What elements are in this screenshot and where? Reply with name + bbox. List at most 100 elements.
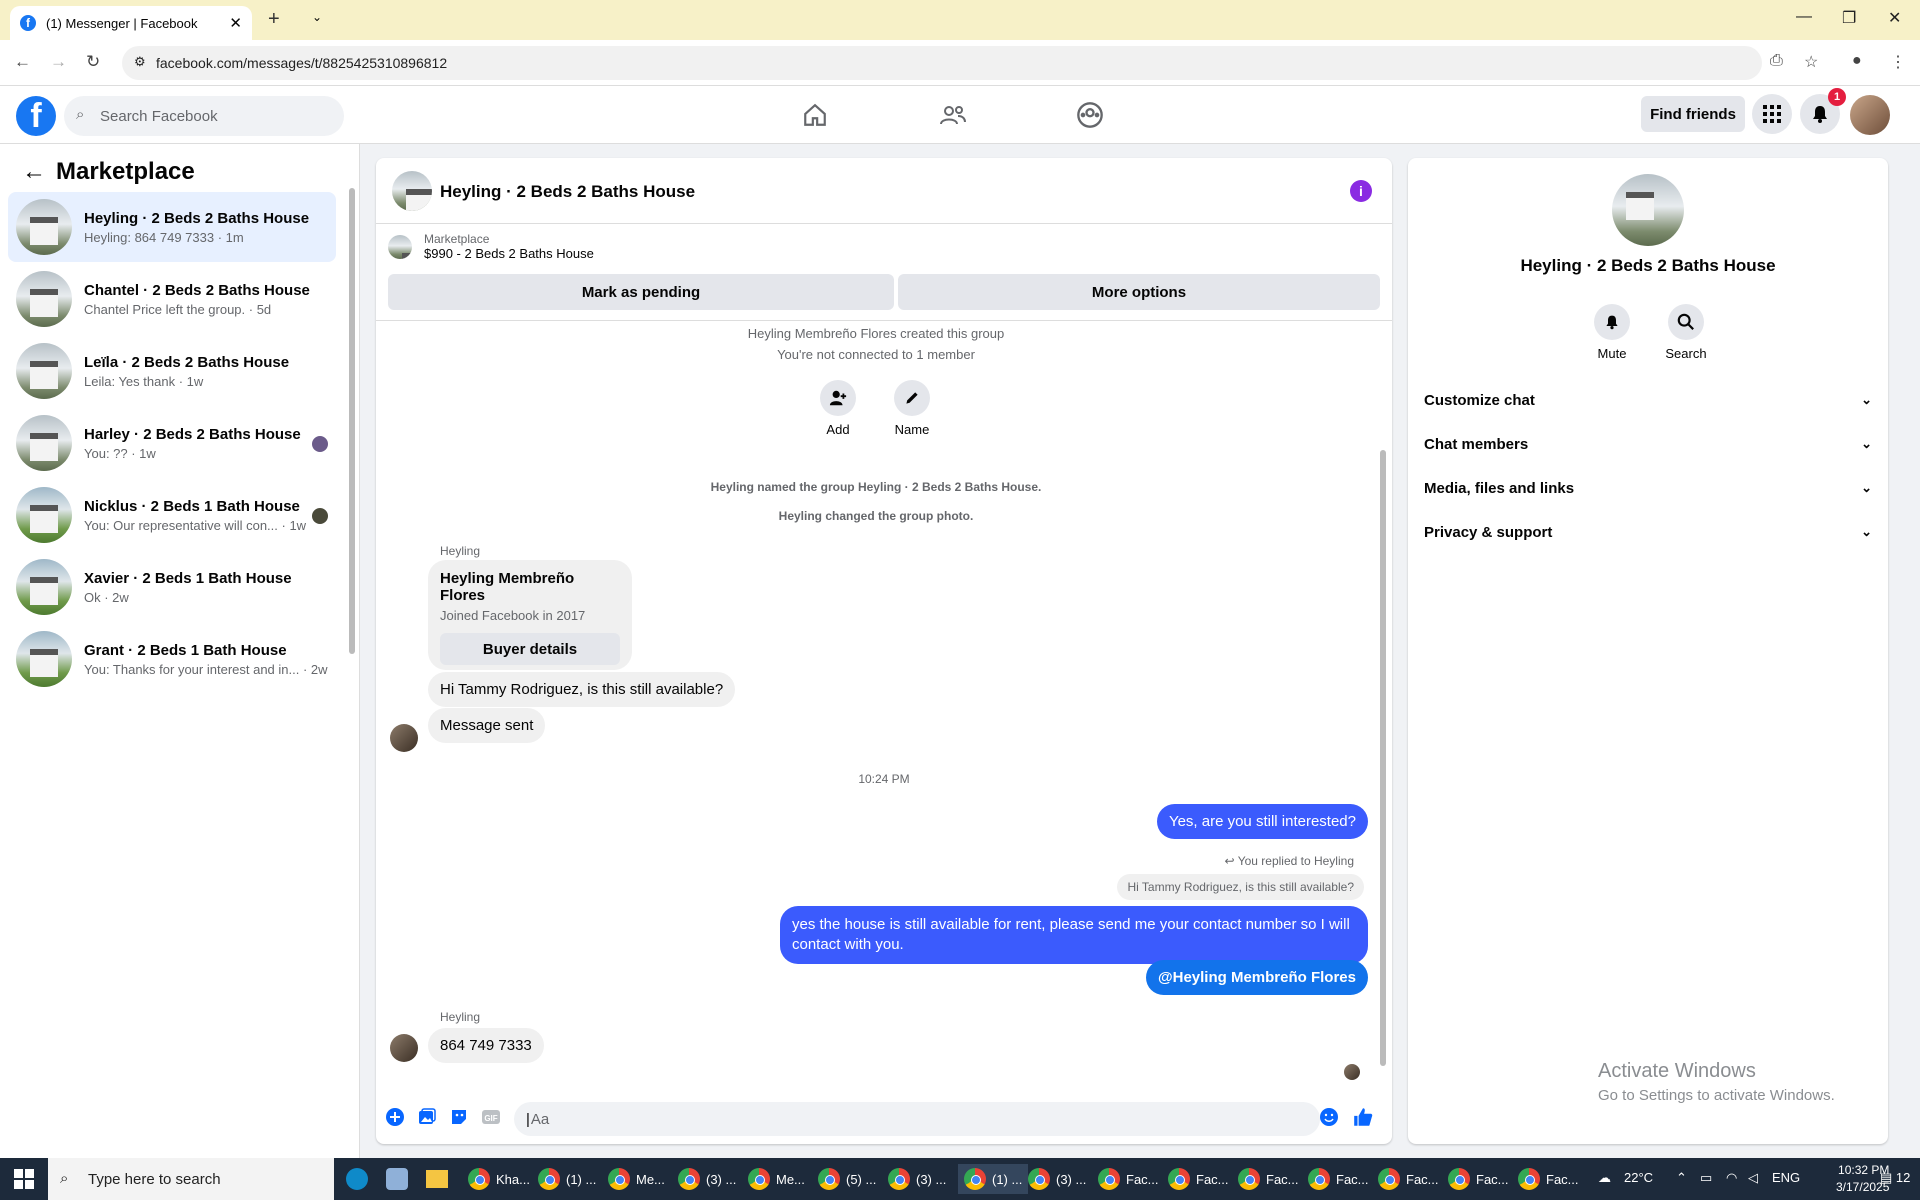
media-files-links-row[interactable]: Media, files and links ⌄ bbox=[1424, 466, 1872, 510]
thumbs-up-icon[interactable] bbox=[1352, 1106, 1374, 1128]
taskbar-chrome-window[interactable]: Me... bbox=[608, 1164, 665, 1194]
mark-as-pending-button[interactable]: Mark as pending bbox=[388, 274, 894, 310]
temperature[interactable]: 22°C bbox=[1624, 1170, 1653, 1185]
notification-center-icon[interactable]: ▤ 12 bbox=[1880, 1170, 1910, 1186]
photo-icon[interactable] bbox=[416, 1106, 438, 1128]
profile-icon[interactable]: ● bbox=[1852, 52, 1862, 70]
info-icon[interactable]: i bbox=[1350, 180, 1372, 202]
edge-icon[interactable] bbox=[346, 1164, 368, 1194]
taskbar-chrome-window[interactable]: Fac... bbox=[1448, 1164, 1509, 1194]
gif-icon[interactable]: GIF bbox=[480, 1106, 502, 1128]
taskbar-chrome-window[interactable]: (5) ... bbox=[818, 1164, 876, 1194]
menu-grid-icon[interactable] bbox=[1752, 94, 1792, 134]
taskbar-chrome-window[interactable]: Fac... bbox=[1168, 1164, 1229, 1194]
search-facebook-input[interactable]: ⌕ Search Facebook bbox=[64, 96, 344, 136]
chat-title[interactable]: Heyling · 2 Beds 2 Baths House bbox=[440, 182, 695, 202]
scrollbar-thumb[interactable] bbox=[1380, 450, 1386, 1066]
url-field[interactable]: ⚙ facebook.com/messages/t/88254253108968… bbox=[122, 46, 1762, 80]
conversation-item[interactable]: Grant · 2 Beds 1 Bath House You: Thanks f… bbox=[8, 624, 336, 694]
buyer-details-button[interactable]: Buyer details bbox=[440, 633, 620, 665]
windows-start-icon[interactable] bbox=[14, 1169, 34, 1189]
bookmark-star-icon[interactable]: ☆ bbox=[1804, 52, 1818, 72]
minimize-button[interactable]: — bbox=[1796, 8, 1812, 26]
friends-icon[interactable] bbox=[938, 100, 968, 130]
search-in-chat-button[interactable]: Search bbox=[1660, 304, 1712, 361]
more-options-button[interactable]: More options bbox=[898, 274, 1380, 310]
taskbar-chrome-window[interactable]: Fac... bbox=[1098, 1164, 1159, 1194]
taskbar-chrome-window[interactable]: Fac... bbox=[1518, 1164, 1579, 1194]
groups-icon[interactable] bbox=[1075, 100, 1105, 130]
scrollbar-thumb[interactable] bbox=[349, 188, 355, 654]
home-icon[interactable] bbox=[800, 100, 830, 130]
language-indicator[interactable]: ENG bbox=[1772, 1170, 1800, 1185]
customize-chat-row[interactable]: Customize chat ⌄ bbox=[1424, 378, 1872, 422]
name-group-button[interactable]: Name bbox=[886, 380, 938, 437]
conversation-item[interactable]: Nicklus · 2 Beds 1 Bath House You: Our re… bbox=[8, 480, 336, 550]
outgoing-message[interactable]: Yes, are you still interested? bbox=[1156, 804, 1368, 839]
taskbar-search[interactable]: ⌕ Type here to search bbox=[48, 1158, 334, 1200]
taskbar-chrome-window[interactable]: (3) ... bbox=[888, 1164, 946, 1194]
conversation-item[interactable]: Chantel · 2 Beds 2 Baths House Chantel Pr… bbox=[8, 264, 336, 334]
taskbar-chrome-window[interactable]: (1) ... bbox=[538, 1164, 596, 1194]
sender-avatar[interactable] bbox=[390, 1034, 418, 1062]
volume-icon[interactable]: ◁ bbox=[1748, 1170, 1758, 1186]
sticker-icon[interactable] bbox=[448, 1106, 470, 1128]
taskbar-chrome-window[interactable]: (3) ... bbox=[678, 1164, 736, 1194]
taskbar-chrome-window[interactable]: Fac... bbox=[1308, 1164, 1369, 1194]
emoji-icon[interactable] bbox=[1318, 1106, 1340, 1128]
back-arrow-icon[interactable]: ← bbox=[22, 158, 46, 186]
weather-icon[interactable]: ☁ bbox=[1598, 1170, 1611, 1186]
new-tab-button[interactable]: + bbox=[268, 8, 280, 31]
chat-members-row[interactable]: Chat members ⌄ bbox=[1424, 422, 1872, 466]
message-input[interactable]: | Aa bbox=[514, 1102, 1320, 1136]
find-friends-button[interactable]: Find friends bbox=[1641, 96, 1745, 132]
mention-message[interactable]: @Heyling Membreño Flores bbox=[1146, 960, 1368, 995]
chevron-up-icon[interactable]: ⌃ bbox=[1676, 1170, 1687, 1186]
add-member-button[interactable]: Add bbox=[816, 380, 860, 437]
taskbar-chrome-window[interactable]: Me... bbox=[748, 1164, 805, 1194]
wifi-icon[interactable]: ◠ bbox=[1726, 1170, 1737, 1186]
file-explorer-icon[interactable] bbox=[426, 1164, 448, 1194]
conversation-item[interactable]: Harley · 2 Beds 2 Baths House You: ?? · 1… bbox=[8, 408, 336, 478]
taskbar-chrome-window[interactable]: Fac... bbox=[1238, 1164, 1299, 1194]
taskbar-chrome-window[interactable]: (1) ... bbox=[958, 1164, 1029, 1194]
network-icon[interactable]: ▭ bbox=[1700, 1170, 1712, 1186]
quoted-message[interactable]: Hi Tammy Rodriguez, is this still availa… bbox=[1117, 874, 1364, 900]
facebook-logo-icon[interactable]: f bbox=[16, 96, 56, 136]
reload-button[interactable]: ↻ bbox=[86, 52, 100, 72]
tab-search-chevron-icon[interactable]: ⌄ bbox=[312, 10, 322, 24]
restore-button[interactable]: ❐ bbox=[1842, 8, 1856, 28]
taskbar-chrome-window[interactable]: Kha... bbox=[468, 1164, 530, 1194]
message-line: contact with you. bbox=[792, 936, 904, 953]
incoming-message[interactable]: Hi Tammy Rodriguez, is this still availa… bbox=[428, 672, 736, 707]
incoming-message[interactable]: Message sent bbox=[428, 708, 546, 743]
taskbar-chrome-window[interactable]: (3) ... bbox=[1028, 1164, 1086, 1194]
marketplace-listing[interactable]: Marketplace $990 - 2 Beds 2 Baths House bbox=[388, 232, 594, 261]
conversation-item[interactable]: Leïla · 2 Beds 2 Baths House Leila: Yes t… bbox=[8, 336, 336, 406]
page-scrollbar[interactable] bbox=[1908, 86, 1920, 1158]
back-button[interactable]: ← bbox=[14, 52, 31, 72]
chat-scrollbar[interactable] bbox=[1378, 324, 1388, 1074]
group-photo[interactable] bbox=[392, 171, 432, 211]
site-settings-icon[interactable]: ⚙ bbox=[134, 54, 146, 70]
app-icon[interactable] bbox=[386, 1164, 408, 1194]
taskbar-chrome-window[interactable]: Fac... bbox=[1378, 1164, 1439, 1194]
browser-tab[interactable]: f (1) Messenger | Facebook ✕ bbox=[10, 6, 252, 40]
close-tab-icon[interactable]: ✕ bbox=[229, 14, 242, 32]
conversation-item[interactable]: Xavier · 2 Beds 1 Bath House Ok · 2w bbox=[8, 552, 336, 622]
close-window-button[interactable]: ✕ bbox=[1888, 8, 1901, 28]
forward-button[interactable]: → bbox=[50, 52, 67, 72]
privacy-support-row[interactable]: Privacy & support ⌄ bbox=[1424, 510, 1872, 554]
group-photo[interactable] bbox=[1612, 174, 1684, 246]
sender-avatar[interactable] bbox=[390, 724, 418, 752]
sidebar-scrollbar[interactable] bbox=[348, 166, 356, 666]
account-avatar[interactable] bbox=[1850, 95, 1890, 135]
mute-button[interactable]: Mute bbox=[1590, 304, 1634, 361]
outgoing-message[interactable]: yes the house is still available for ren… bbox=[780, 906, 1368, 964]
incoming-message[interactable]: 864 749 7333 bbox=[428, 1028, 544, 1063]
plus-circle-icon[interactable] bbox=[384, 1106, 406, 1128]
install-app-icon[interactable]: ⎙ bbox=[1770, 52, 1783, 70]
browser-menu-icon[interactable]: ⋮ bbox=[1890, 52, 1906, 72]
chrome-icon bbox=[468, 1168, 490, 1190]
conversation-item[interactable]: Heyling · 2 Beds 2 Baths House Heyling: 8… bbox=[8, 192, 336, 262]
